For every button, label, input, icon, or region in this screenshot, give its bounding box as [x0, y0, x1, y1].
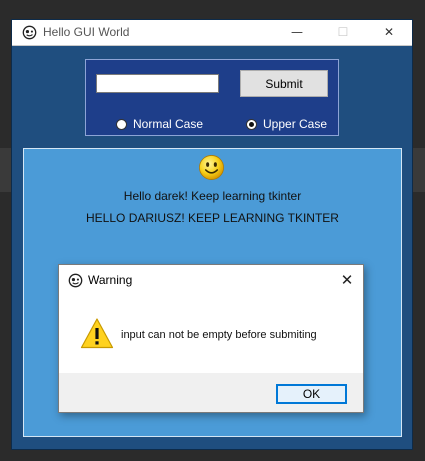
warning-dialog: Warning ✕ input can not be empty before … [58, 264, 364, 413]
minimize-button[interactable]: — [277, 20, 317, 45]
dialog-close-button[interactable]: ✕ [335, 268, 359, 292]
window-title: Hello GUI World [43, 25, 130, 39]
app-icon [22, 25, 37, 40]
name-input[interactable] [96, 74, 219, 93]
greeting-line-uppercase: HELLO DARIUSZ! KEEP LEARNING TKINTER [86, 211, 339, 225]
radio-normal-case-indicator[interactable] [116, 118, 127, 130]
greeting-line: Hello darek! Keep learning tkinter [123, 189, 302, 203]
warning-icon [80, 318, 114, 349]
smiley-icon [199, 155, 224, 180]
submit-button[interactable]: Submit [240, 70, 328, 97]
close-button[interactable]: ✕ [369, 20, 409, 45]
app-icon [68, 273, 83, 288]
main-window: Hello GUI World — ☐ ✕ Submit Normal Case… [11, 19, 413, 450]
dialog-footer: OK [59, 373, 363, 412]
radio-normal-case-label: Normal Case [133, 117, 204, 131]
dialog-title: Warning [88, 273, 133, 287]
radio-upper-case-label: Upper Case [263, 117, 328, 131]
radio-upper-case-indicator[interactable] [246, 118, 257, 130]
ok-button[interactable]: OK [276, 384, 347, 404]
title-bar[interactable]: Hello GUI World — ☐ ✕ [12, 20, 412, 46]
radio-upper-case[interactable]: Upper Case [246, 117, 327, 131]
dialog-message: input can not be empty before submiting [121, 329, 317, 341]
maximize-button[interactable]: ☐ [323, 20, 363, 45]
input-frame: Submit Normal Case Upper Case [85, 59, 339, 136]
radio-normal-case[interactable]: Normal Case [116, 117, 203, 131]
